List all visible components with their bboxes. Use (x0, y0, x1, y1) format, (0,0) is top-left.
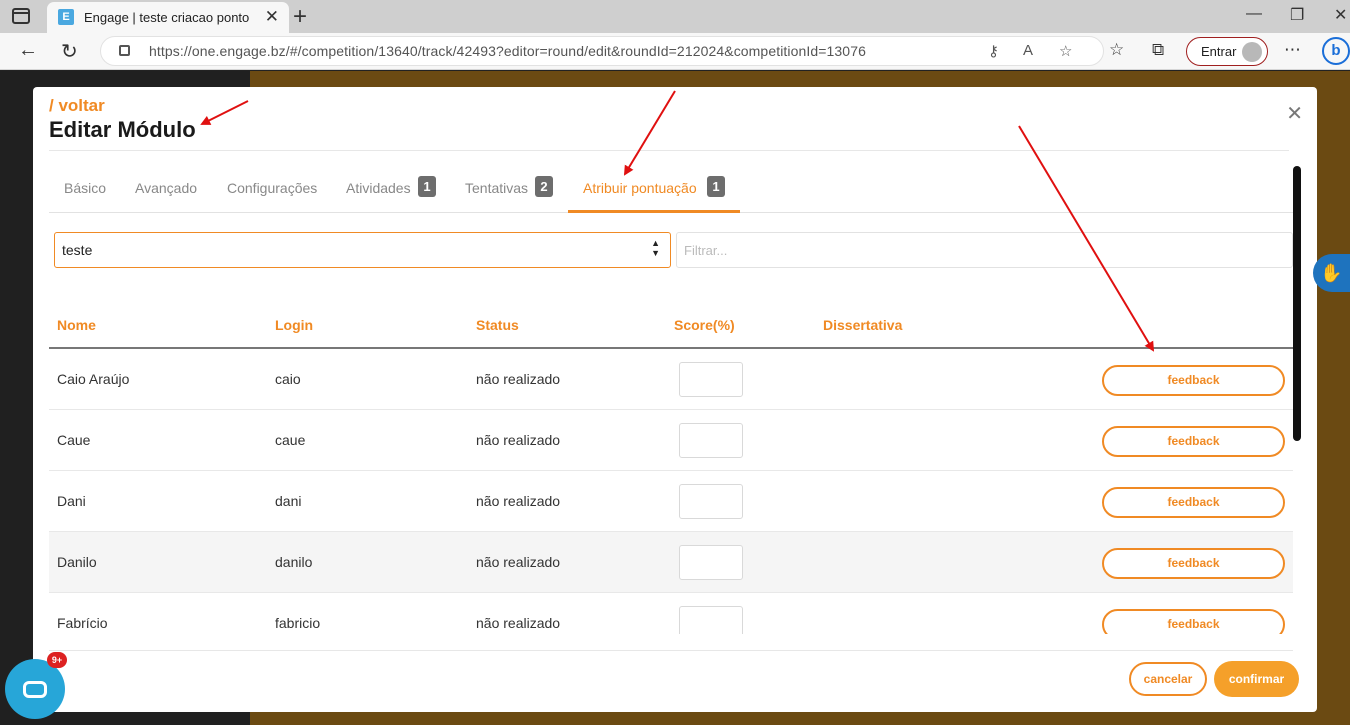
select-arrows-icon: ▲ ▼ (651, 238, 660, 258)
column-header-status[interactable]: Status (476, 317, 519, 333)
add-favorite-icon[interactable]: ☆ (1059, 42, 1072, 60)
feedback-button[interactable]: feedback (1102, 426, 1285, 457)
table-body: Caio Araújo caio não realizado feedback … (49, 349, 1293, 634)
cancel-button[interactable]: cancelar (1129, 662, 1207, 696)
bing-icon[interactable]: b (1322, 37, 1350, 65)
collections-icon[interactable]: ⧉ (1152, 40, 1164, 60)
table-row: Dani dani não realizado feedback (49, 471, 1293, 532)
feedback-button[interactable]: feedback (1102, 548, 1285, 579)
footer-divider (49, 650, 1293, 651)
edit-module-modal: / voltar Editar Módulo ✕ Básico Avançado… (33, 87, 1317, 712)
cell-nome: Caio Araújo (57, 371, 130, 387)
tab-atribuir-pontuacao[interactable]: Atribuir pontuação 1 (568, 173, 740, 213)
lock-icon (119, 45, 130, 56)
more-menu-icon[interactable]: ⋯ (1284, 40, 1301, 60)
cell-status: não realizado (476, 554, 561, 570)
cell-status: não realizado (476, 432, 561, 448)
chat-icon (23, 681, 47, 698)
chat-button[interactable] (5, 659, 65, 719)
table-row: Fabrício fabricio não realizado feedback (49, 593, 1293, 634)
count-badge: 2 (535, 176, 553, 197)
cell-status: não realizado (476, 615, 561, 631)
cell-status: não realizado (476, 493, 561, 509)
back-link[interactable]: / voltar (49, 96, 105, 116)
favorites-icon[interactable]: ☆ (1109, 40, 1124, 60)
score-input[interactable] (679, 362, 743, 397)
tab-close-icon[interactable]: ✕ (265, 7, 279, 27)
url-text[interactable]: https://one.engage.bz/#/competition/1364… (149, 43, 866, 59)
feedback-button[interactable]: feedback (1102, 487, 1285, 518)
cell-nome: Fabrício (57, 615, 108, 631)
count-badge: 1 (418, 176, 436, 197)
table-row: Caue caue não realizado feedback (49, 410, 1293, 471)
cell-login: dani (275, 493, 302, 509)
score-input[interactable] (679, 484, 743, 519)
new-tab-icon[interactable]: + (293, 3, 307, 31)
restore-icon[interactable]: ❐ (1290, 5, 1304, 25)
column-header-dissertativa[interactable]: Dissertativa (823, 317, 902, 333)
tab-label: Configurações (227, 180, 318, 196)
score-input[interactable] (679, 423, 743, 458)
header-divider (49, 150, 1289, 151)
filter-input[interactable] (676, 232, 1293, 268)
cell-nome: Danilo (57, 554, 97, 570)
table-row: Caio Araújo caio não realizado feedback (49, 349, 1293, 410)
count-badge: 1 (707, 176, 725, 197)
tab-actions-icon[interactable] (12, 8, 30, 24)
activity-select[interactable]: teste ▲ ▼ (54, 232, 671, 268)
close-icon[interactable]: ✕ (1286, 101, 1303, 126)
tab-label: Básico (64, 180, 107, 196)
avatar (1242, 42, 1262, 62)
read-aloud-icon[interactable]: A (1023, 42, 1033, 59)
refresh-icon[interactable]: ↻ (61, 39, 78, 64)
cell-nome: Dani (57, 493, 86, 509)
tab-label: Atribuir pontuação (583, 180, 697, 196)
browser-tab-bar: E Engage | teste criacao ponto ✕ + — ❐ ✕ (0, 0, 1350, 33)
table-row: Danilo danilo não realizado feedback (49, 532, 1293, 593)
tab-title: Engage | teste criacao ponto (84, 10, 250, 25)
cell-nome: Caue (57, 432, 91, 448)
module-tabs: Básico Avançado Configurações Atividades… (49, 173, 1293, 213)
address-bar[interactable]: https://one.engage.bz/#/competition/1364… (100, 36, 1104, 66)
column-header-nome[interactable]: Nome (57, 317, 96, 333)
feedback-button[interactable]: feedback (1102, 365, 1285, 396)
cell-status: não realizado (476, 371, 561, 387)
cell-login: danilo (275, 554, 313, 570)
tab-label: Tentativas (465, 180, 529, 196)
column-header-login[interactable]: Login (275, 317, 313, 333)
modal-scrollbar[interactable] (1293, 166, 1301, 441)
score-input[interactable] (679, 606, 743, 634)
sign-language-icon[interactable]: ✋ (1313, 254, 1350, 292)
feedback-button[interactable]: feedback (1102, 609, 1285, 634)
cell-login: caio (275, 371, 301, 387)
signin-label: Entrar (1201, 44, 1237, 59)
signin-button[interactable]: Entrar (1186, 37, 1268, 66)
score-input[interactable] (679, 545, 743, 580)
cell-login: fabricio (275, 615, 321, 631)
tab-label: Atividades (346, 180, 411, 196)
column-header-score[interactable]: Score(%) (674, 317, 735, 333)
select-value: teste (62, 242, 93, 258)
cell-login: caue (275, 432, 306, 448)
back-arrow-icon[interactable]: ← (18, 39, 38, 62)
chat-notification-badge: 9+ (47, 652, 67, 668)
confirm-button[interactable]: confirmar (1214, 661, 1299, 697)
browser-tab[interactable]: E Engage | teste criacao ponto ✕ (47, 2, 289, 33)
engage-favicon-icon: E (58, 9, 74, 25)
browser-toolbar: ← ↻ https://one.engage.bz/#/competition/… (0, 33, 1350, 70)
key-icon[interactable]: ⚷ (988, 42, 999, 60)
modal-title: Editar Módulo (49, 117, 196, 142)
table-header: Nome Login Status Score(%) Dissertativa (49, 309, 1293, 349)
tab-label: Avançado (135, 180, 198, 196)
minimize-icon[interactable]: — (1246, 5, 1262, 23)
window-close-icon[interactable]: ✕ (1334, 5, 1347, 25)
active-tab-indicator (568, 210, 740, 213)
